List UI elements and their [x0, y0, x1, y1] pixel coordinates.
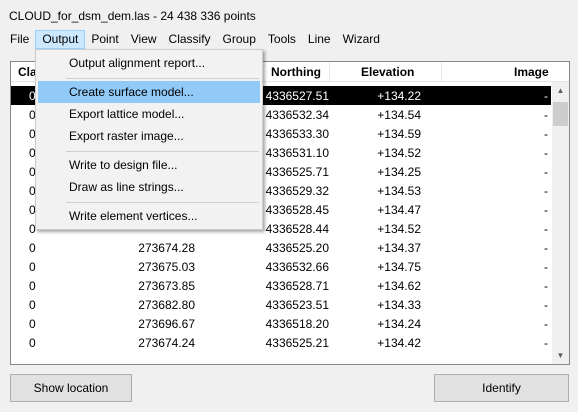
menu-item-draw-as-line-strings[interactable]: Draw as line strings...: [38, 176, 260, 198]
cell-image: -: [544, 146, 548, 160]
cell-northing: 4336532.34: [265, 108, 329, 122]
cell-class: 0: [29, 241, 36, 255]
cell-elevation: +134.52: [377, 222, 421, 236]
cell-image: -: [544, 317, 548, 331]
table-row[interactable]: 0 273682.80 4336523.51 +134.33 -: [11, 295, 551, 314]
cell-elevation: +134.37: [377, 241, 421, 255]
cell-northing: 4336528.71: [265, 279, 329, 293]
cell-elevation: +134.75: [377, 260, 421, 274]
cell-easting: 273675.03: [138, 260, 195, 274]
cell-elevation: +134.24: [377, 317, 421, 331]
menu-output[interactable]: Output: [35, 30, 86, 49]
menu-item-output-alignment-report[interactable]: Output alignment report...: [38, 52, 260, 74]
menu-item-write-to-design-file[interactable]: Write to design file...: [38, 154, 260, 176]
cell-northing: 4336529.32: [265, 184, 329, 198]
show-location-button[interactable]: Show location: [10, 374, 132, 402]
cell-elevation: +134.54: [377, 108, 421, 122]
cell-image: -: [544, 222, 548, 236]
window-title: CLOUD_for_dsm_dem.las - 24 438 336 point…: [9, 9, 256, 23]
column-header-northing[interactable]: Northing: [271, 65, 321, 79]
cell-easting: 273696.67: [138, 317, 195, 331]
cell-elevation: +134.62: [377, 279, 421, 293]
cell-elevation: +134.22: [377, 89, 421, 103]
cell-class: 0: [29, 260, 36, 274]
cell-elevation: +134.33: [377, 298, 421, 312]
cell-elevation: +134.52: [377, 146, 421, 160]
menu-tools[interactable]: Tools: [262, 30, 302, 49]
column-header-image[interactable]: Image: [514, 65, 549, 79]
cell-image: -: [544, 298, 548, 312]
cell-image: -: [544, 203, 548, 217]
cell-image: -: [544, 241, 548, 255]
table-row[interactable]: 0 273673.85 4336528.71 +134.62 -: [11, 276, 551, 295]
cell-image: -: [544, 279, 548, 293]
cell-northing: 4336527.51: [265, 89, 329, 103]
menu-line[interactable]: Line: [302, 30, 337, 49]
menu-item-export-raster-image[interactable]: Export raster image...: [38, 125, 260, 147]
cell-class: 0: [29, 336, 36, 350]
cell-northing: 4336525.71: [265, 165, 329, 179]
cell-image: -: [544, 260, 548, 274]
cell-image: -: [544, 184, 548, 198]
menu-view[interactable]: View: [125, 30, 163, 49]
cell-image: -: [544, 165, 548, 179]
cell-northing: 4336528.44: [265, 222, 329, 236]
cell-northing: 4336525.21: [265, 336, 329, 350]
cell-northing: 4336518.20: [265, 317, 329, 331]
menu-bar: File Output Point View Classify Group To…: [0, 30, 578, 49]
menu-separator: [66, 202, 259, 203]
cell-easting: 273673.85: [138, 279, 195, 293]
table-row[interactable]: 0 273674.28 4336525.20 +134.37 -: [11, 238, 551, 257]
scroll-down-arrow-icon[interactable]: ▼: [552, 347, 569, 364]
cell-image: -: [544, 89, 548, 103]
identify-button[interactable]: Identify: [434, 374, 569, 402]
cell-northing: 4336523.51: [265, 298, 329, 312]
cell-elevation: +134.42: [377, 336, 421, 350]
menu-wizard[interactable]: Wizard: [337, 30, 386, 49]
cell-northing: 4336532.66: [265, 260, 329, 274]
table-row[interactable]: 0 273696.67 4336518.20 +134.24 -: [11, 314, 551, 333]
column-header-elevation[interactable]: Elevation: [361, 65, 414, 79]
menu-point[interactable]: Point: [85, 30, 124, 49]
cell-northing: 4336531.10: [265, 146, 329, 160]
column-header-class[interactable]: Cla: [18, 65, 37, 79]
cell-northing: 4336525.20: [265, 241, 329, 255]
cell-elevation: +134.59: [377, 127, 421, 141]
cell-easting: 273682.80: [138, 298, 195, 312]
menu-item-export-lattice-model[interactable]: Export lattice model...: [38, 103, 260, 125]
scrollbar-thumb[interactable]: [553, 102, 568, 126]
menu-item-create-surface-model[interactable]: Create surface model...: [38, 81, 260, 103]
column-divider: [441, 62, 442, 82]
cell-northing: 4336528.45: [265, 203, 329, 217]
menu-group[interactable]: Group: [217, 30, 262, 49]
menu-item-write-element-vertices[interactable]: Write element vertices...: [38, 205, 260, 227]
cell-northing: 4336533.30: [265, 127, 329, 141]
cell-easting: 273674.24: [138, 336, 195, 350]
cell-easting: 273674.28: [138, 241, 195, 255]
cell-image: -: [544, 336, 548, 350]
scroll-up-arrow-icon[interactable]: ▲: [552, 82, 569, 99]
cell-image: -: [544, 127, 548, 141]
cell-class: 0: [29, 298, 36, 312]
vertical-scrollbar[interactable]: ▲ ▼: [552, 82, 569, 364]
cell-image: -: [544, 108, 548, 122]
menu-separator: [66, 151, 259, 152]
output-menu-dropdown: Output alignment report... Create surfac…: [35, 49, 263, 230]
menu-classify[interactable]: Classify: [163, 30, 217, 49]
table-row[interactable]: 0 273674.24 4336525.21 +134.42 -: [11, 333, 551, 352]
column-divider: [329, 62, 330, 82]
menu-file[interactable]: File: [0, 30, 35, 49]
cell-elevation: +134.47: [377, 203, 421, 217]
cell-class: 0: [29, 317, 36, 331]
cell-elevation: +134.53: [377, 184, 421, 198]
cell-elevation: +134.25: [377, 165, 421, 179]
table-row[interactable]: 0 273675.03 4336532.66 +134.75 -: [11, 257, 551, 276]
menu-separator: [66, 78, 259, 79]
cell-class: 0: [29, 279, 36, 293]
